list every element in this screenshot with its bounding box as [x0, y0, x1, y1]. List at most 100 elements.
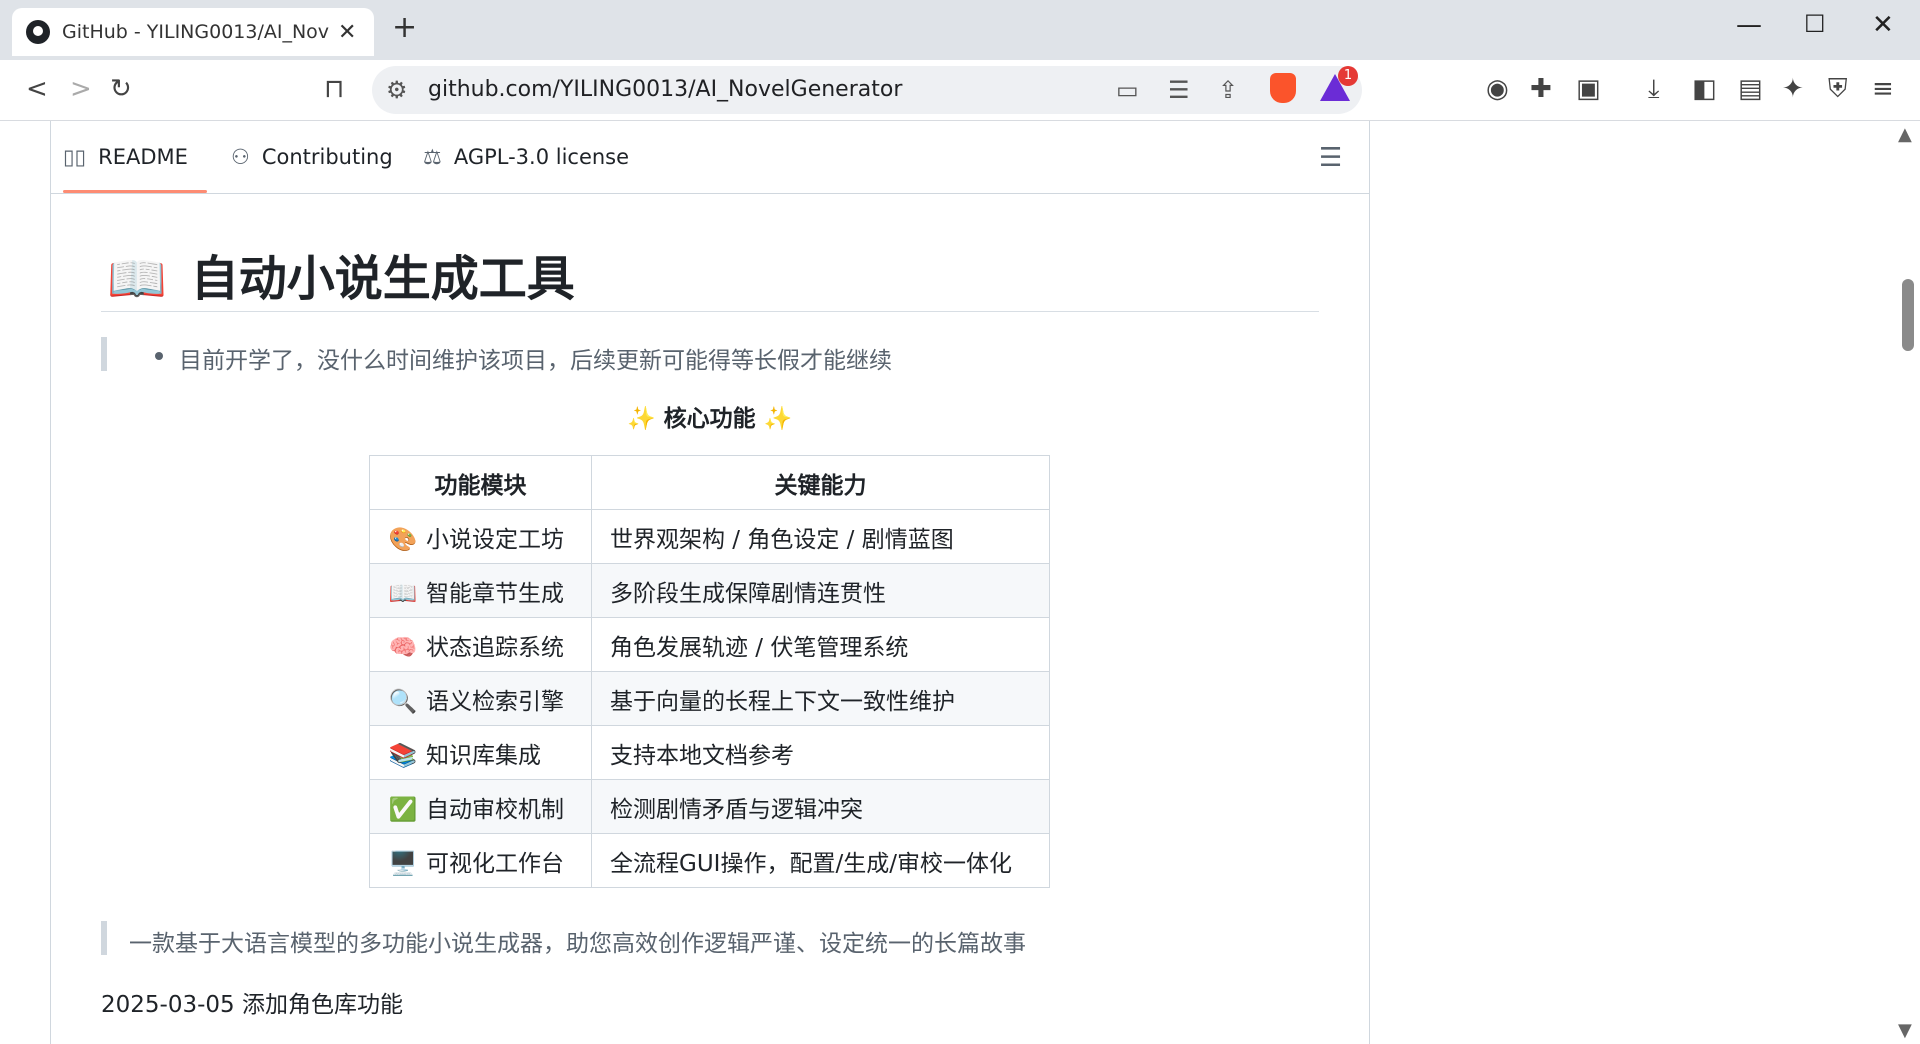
- readme-tabs: ▯▯ README ⚇ Contributing ⚖ AGPL-3.0 license…: [51, 121, 1369, 194]
- book-icon: ▯▯: [63, 145, 87, 169]
- tab-title: GitHub - YILING0013/AI_NovelGenerator: [62, 21, 330, 43]
- ability-cell: 支持本地文档参考: [591, 725, 1050, 780]
- address-bar[interactable]: ⚙ github.com/YILING0013/AI_NovelGenerato…: [372, 66, 1362, 114]
- core-features-text: 核心功能: [663, 406, 756, 432]
- page-content: ▯▯ README ⚇ Contributing ⚖ AGPL-3.0 license…: [0, 121, 1920, 1044]
- sparkles-icon: ✨: [627, 406, 656, 432]
- module-name: 语义检索引擎: [426, 688, 564, 715]
- leo-ai-icon[interactable]: ✦: [1782, 74, 1804, 104]
- maintenance-note: 目前开学了，没什么时间维护该项目，后续更新可能得等长假才能继续: [179, 348, 892, 374]
- scroll-down-arrow-icon[interactable]: ▼: [1898, 1020, 1912, 1041]
- active-tab-indicator: [63, 190, 207, 193]
- update-log-line: 2025-03-05 添加角色库功能: [101, 992, 403, 1018]
- sidebar-icon[interactable]: ◧: [1692, 74, 1717, 104]
- module-cell: ✅ 自动审校机制: [369, 779, 592, 834]
- module-name: 知识库集成: [426, 742, 541, 769]
- tab-license[interactable]: ⚖ AGPL-3.0 license: [423, 145, 629, 169]
- minimize-button[interactable]: —: [1736, 10, 1762, 40]
- module-name: 自动审校机制: [426, 796, 564, 823]
- forward-icon[interactable]: >: [70, 74, 92, 104]
- tab-license-label: AGPL-3.0 license: [453, 145, 630, 169]
- open-book-emoji-icon: 📖: [107, 251, 167, 307]
- ability-cell: 基于向量的长程上下文一致性维护: [591, 671, 1050, 726]
- outline-list-icon[interactable]: ☰: [1319, 143, 1342, 173]
- table-row: 🖥️ 可视化工作台 全流程GUI操作，配置/生成/审校一体化: [369, 833, 1050, 888]
- menu-icon[interactable]: ≡: [1872, 74, 1894, 104]
- header-ability: 关键能力: [591, 455, 1050, 510]
- module-cell: 🧠 状态追踪系统: [369, 617, 592, 672]
- table-row: ✅ 自动审校机制 检测剧情矛盾与逻辑冲突: [369, 779, 1050, 834]
- wallet-icon[interactable]: ▤: [1738, 74, 1763, 104]
- rewards-badge: 1: [1338, 66, 1358, 86]
- site-settings-icon[interactable]: ⚙: [386, 76, 408, 104]
- scrollbar-thumb[interactable]: [1902, 279, 1914, 351]
- table-row: 📚 知识库集成 支持本地文档参考: [369, 725, 1050, 780]
- module-name: 小说设定工坊: [426, 526, 564, 553]
- ability-cell: 角色发展轨迹 / 伏笔管理系统: [591, 617, 1050, 672]
- sparkles-icon: ✨: [763, 406, 793, 432]
- close-tab-icon[interactable]: ✕: [338, 20, 356, 45]
- module-cell: 📖 智能章节生成: [369, 563, 592, 618]
- tab-readme-label: README: [98, 145, 188, 169]
- blockquote-bar: [101, 921, 107, 955]
- table-header-row: 功能模块 关键能力: [369, 455, 1050, 510]
- browser-toolbar: < > ↻ ⊓ ⚙ github.com/YILING0013/AI_Novel…: [0, 60, 1920, 121]
- maximize-button[interactable]: ☐: [1804, 10, 1826, 38]
- url-text[interactable]: github.com/YILING0013/AI_NovelGenerator: [428, 77, 902, 102]
- core-features-heading: ✨ 核心功能 ✨: [627, 399, 792, 433]
- table-row: 🔍 语义检索引擎 基于向量的长程上下文一致性维护: [369, 671, 1050, 726]
- reader-mode-icon[interactable]: ☰: [1168, 76, 1190, 104]
- module-cell: 🖥️ 可视化工作台: [369, 833, 592, 888]
- scrollbar-track[interactable]: [1896, 121, 1920, 1044]
- reload-icon[interactable]: ↻: [110, 74, 132, 104]
- ability-cell: 多阶段生成保障剧情连贯性: [591, 563, 1050, 618]
- extensions-icon[interactable]: ✚: [1530, 74, 1552, 104]
- scroll-up-arrow-icon[interactable]: ▲: [1898, 124, 1912, 145]
- close-window-button[interactable]: ✕: [1872, 10, 1894, 40]
- bullet-dot: [155, 352, 163, 360]
- tab-contributing-label: Contributing: [261, 145, 393, 169]
- vpn-icon[interactable]: ⛨: [1828, 74, 1848, 104]
- ability-cell: 检测剧情矛盾与逻辑冲突: [591, 779, 1050, 834]
- share-icon[interactable]: ⇪: [1218, 76, 1238, 104]
- readme-title: 📖 自动小说生成工具: [107, 239, 575, 309]
- law-scale-icon: ⚖: [423, 145, 442, 169]
- module-name: 可视化工作台: [426, 850, 564, 877]
- book-icon: 📖: [388, 580, 418, 607]
- readme-panel: ▯▯ README ⚇ Contributing ⚖ AGPL-3.0 license…: [50, 121, 1370, 1044]
- people-icon: ⚇: [231, 145, 250, 169]
- module-name: 智能章节生成: [426, 580, 564, 607]
- title-divider: [101, 311, 1319, 312]
- new-tab-button[interactable]: +: [392, 10, 417, 45]
- extension-blocked-icon[interactable]: ◉: [1486, 74, 1509, 104]
- github-icon: [26, 20, 50, 44]
- features-table: 功能模块 关键能力 🎨 小说设定工坊 世界观架构 / 角色设定 / 剧情蓝图 📖 智…: [369, 455, 1050, 888]
- magnifier-icon: 🔍: [388, 688, 418, 715]
- table-row: 🎨 小说设定工坊 世界观架构 / 角色设定 / 剧情蓝图: [369, 509, 1050, 564]
- bookmark-icon[interactable]: ⊓: [324, 74, 344, 104]
- monitor-icon: 🖥️: [388, 850, 418, 877]
- downloads-icon[interactable]: ⤓: [1648, 74, 1660, 104]
- ability-cell: 世界观架构 / 角色设定 / 剧情蓝图: [591, 509, 1050, 564]
- palette-icon: 🎨: [388, 526, 418, 553]
- header-module: 功能模块: [369, 455, 592, 510]
- module-cell: 🎨 小说设定工坊: [369, 509, 592, 564]
- books-icon: 📚: [388, 742, 418, 769]
- back-icon[interactable]: <: [26, 74, 48, 104]
- readme-title-text: 自动小说生成工具: [190, 251, 575, 307]
- tab-contributing[interactable]: ⚇ Contributing: [231, 145, 393, 169]
- brave-shields-icon[interactable]: [1270, 73, 1296, 103]
- ability-cell: 全流程GUI操作，配置/生成/审校一体化: [591, 833, 1050, 888]
- tab-readme[interactable]: ▯▯ README: [63, 145, 188, 169]
- module-cell: 📚 知识库集成: [369, 725, 592, 780]
- check-mark-icon: ✅: [388, 796, 418, 823]
- table-row: 🧠 状态追踪系统 角色发展轨迹 / 伏笔管理系统: [369, 617, 1050, 672]
- brain-icon: 🧠: [388, 634, 418, 661]
- table-row: 📖 智能章节生成 多阶段生成保障剧情连贯性: [369, 563, 1050, 618]
- tab-strip: GitHub - YILING0013/AI_NovelGenerator ✕ …: [0, 0, 1920, 60]
- screenshot-icon[interactable]: ▣: [1576, 74, 1601, 104]
- module-name: 状态追踪系统: [426, 634, 564, 661]
- browser-tab[interactable]: GitHub - YILING0013/AI_NovelGenerator ✕: [12, 8, 374, 56]
- cast-icon[interactable]: ▭: [1116, 76, 1139, 104]
- project-description: 一款基于大语言模型的多功能小说生成器，助您高效创作逻辑严谨、设定统一的长篇故事: [129, 931, 1026, 957]
